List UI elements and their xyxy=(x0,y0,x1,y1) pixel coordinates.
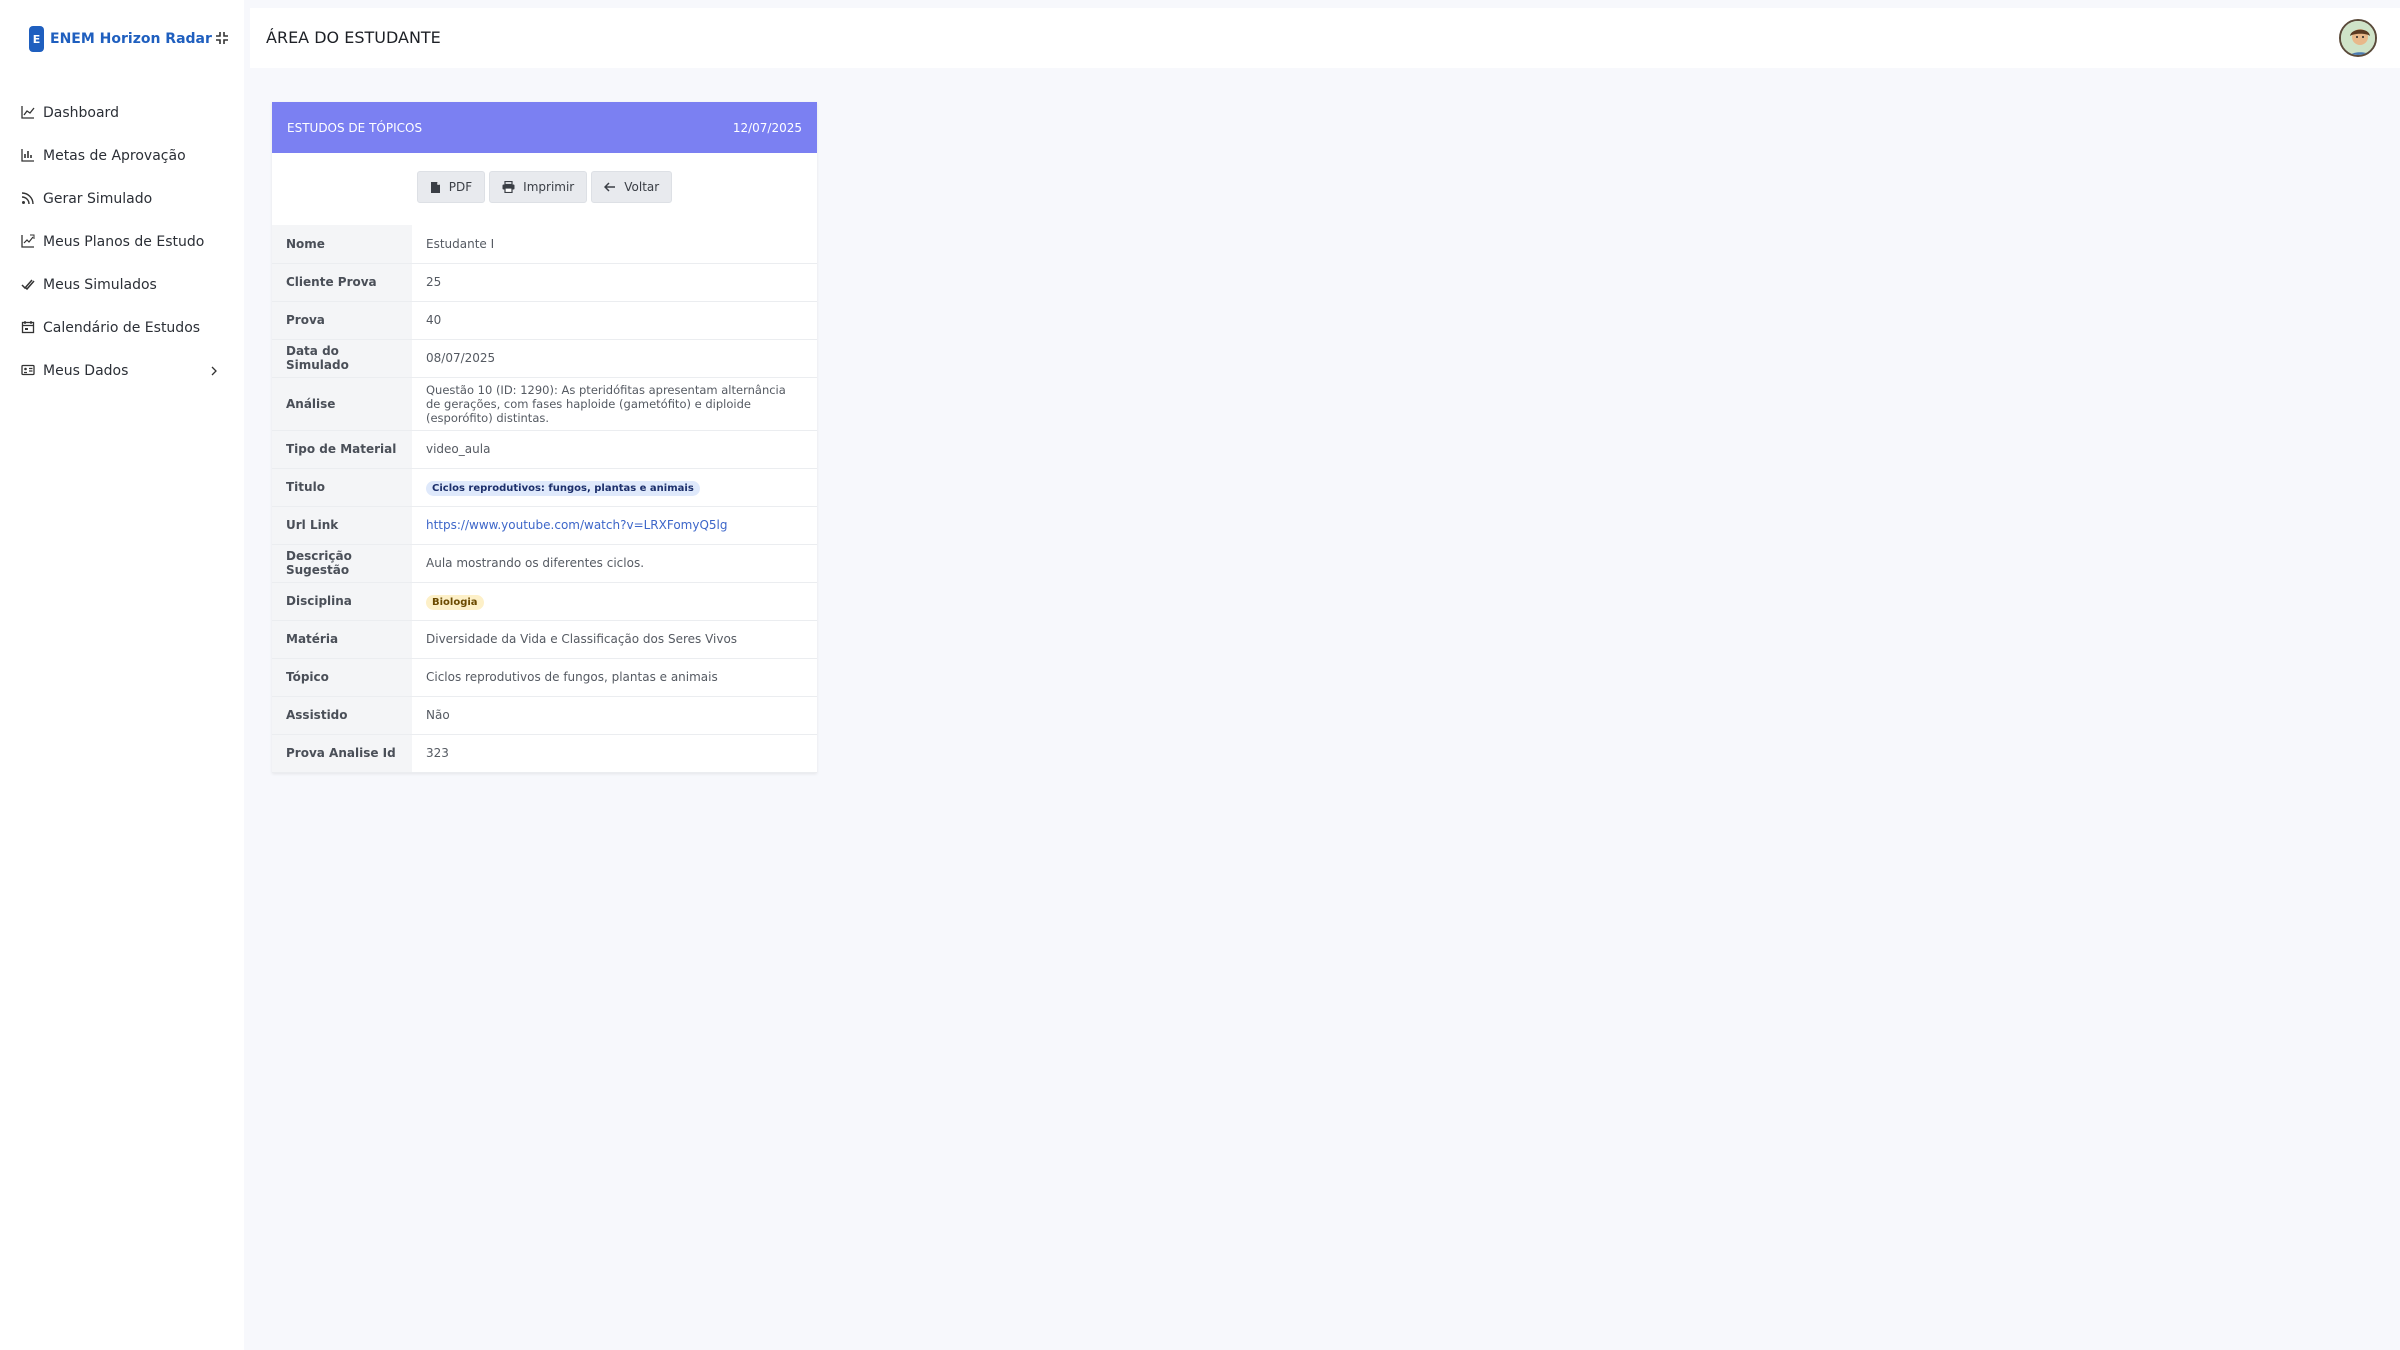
arrow-left-icon xyxy=(604,182,616,192)
row-value-disciplina: Biologia xyxy=(412,582,817,621)
row-label-assistido: Assistido xyxy=(272,696,412,735)
row-label-nome: Nome xyxy=(272,225,412,264)
sidebar-item-calendario[interactable]: Calendário de Estudos xyxy=(0,306,244,349)
table-row: Descrição Sugestão Aula mostrando os dif… xyxy=(272,544,817,583)
table-row: Tópico Ciclos reprodutivos de fungos, pl… xyxy=(272,658,817,697)
sidebar-item-label: Dashboard xyxy=(43,104,119,121)
pdf-button[interactable]: PDF xyxy=(416,171,486,203)
row-value-analise: Questão 10 (ID: 1290): As pteridófitas a… xyxy=(412,377,817,431)
brand[interactable]: E ENEM Horizon Radar xyxy=(29,26,212,52)
id-card-icon xyxy=(21,363,36,378)
topic-study-card: ESTUDOS DE TÓPICOS 12/07/2025 PDF Imprim… xyxy=(272,102,817,773)
bar-chart-icon xyxy=(21,148,36,163)
row-label-topico: Tópico xyxy=(272,658,412,697)
sidebar-item-dashboard[interactable]: Dashboard xyxy=(0,91,244,134)
row-value-url-link: https://www.youtube.com/watch?v=LRXFomyQ… xyxy=(412,506,817,545)
print-button-label: Imprimir xyxy=(523,180,575,194)
sidebar-item-label: Meus Simulados xyxy=(43,276,157,293)
title-badge: Ciclos reprodutivos: fungos, plantas e a… xyxy=(426,481,700,496)
topbar: ÁREA DO ESTUDANTE xyxy=(250,8,2400,68)
row-value-titulo: Ciclos reprodutivos: fungos, plantas e a… xyxy=(412,468,817,507)
card-date: 12/07/2025 xyxy=(732,120,802,135)
rss-icon xyxy=(21,191,36,206)
table-row: Titulo Ciclos reprodutivos: fungos, plan… xyxy=(272,468,817,507)
row-label-prova-analise-id: Prova Analise Id xyxy=(272,734,412,773)
sidebar-item-gerar-simulado[interactable]: Gerar Simulado xyxy=(0,177,244,220)
row-value-descricao: Aula mostrando os diferentes ciclos. xyxy=(412,544,817,583)
back-button-label: Voltar xyxy=(624,180,660,194)
row-label-disciplina: Disciplina xyxy=(272,582,412,621)
sidebar-item-label: Meus Planos de Estudo xyxy=(43,233,205,250)
brand-logo: E xyxy=(29,26,44,52)
row-label-descricao: Descrição Sugestão xyxy=(272,544,412,583)
row-label-data-simulado: Data do Simulado xyxy=(272,339,412,378)
chevron-right-icon xyxy=(210,364,218,380)
sidebar-item-metas[interactable]: Metas de Aprovação xyxy=(0,134,244,177)
check-double-icon xyxy=(21,277,36,292)
card-title: ESTUDOS DE TÓPICOS xyxy=(287,120,423,135)
sidebar-item-meus-dados[interactable]: Meus Dados xyxy=(0,349,244,392)
chart-line-icon xyxy=(21,105,36,120)
table-row: Disciplina Biologia xyxy=(272,582,817,621)
brand-name: ENEM Horizon Radar xyxy=(50,31,212,47)
collapse-sidebar-icon[interactable] xyxy=(212,28,232,48)
row-label-url-link: Url Link xyxy=(272,506,412,545)
row-label-prova: Prova xyxy=(272,301,412,340)
back-button[interactable]: Voltar xyxy=(591,171,673,203)
row-label-materia: Matéria xyxy=(272,620,412,659)
table-row: Nome Estudante I xyxy=(272,225,817,264)
avatar[interactable] xyxy=(2339,19,2377,57)
sidebar-item-label: Meus Dados xyxy=(43,362,129,379)
table-row: Cliente Prova 25 xyxy=(272,263,817,302)
details-table: Nome Estudante I Cliente Prova 25 Prova … xyxy=(272,225,817,773)
row-value-topico: Ciclos reprodutivos de fungos, plantas e… xyxy=(412,658,817,697)
table-row: Data do Simulado 08/07/2025 xyxy=(272,339,817,378)
sidebar: E ENEM Horizon Radar Dashboard Metas de … xyxy=(0,0,244,1350)
row-label-cliente-prova: Cliente Prova xyxy=(272,263,412,302)
sidebar-item-label: Metas de Aprovação xyxy=(43,147,186,164)
page-title: ÁREA DO ESTUDANTE xyxy=(266,28,441,47)
action-bar: PDF Imprimir Voltar xyxy=(272,153,817,225)
row-label-titulo: Titulo xyxy=(272,468,412,507)
sidebar-item-meus-simulados[interactable]: Meus Simulados xyxy=(0,263,244,306)
row-value-assistido: Não xyxy=(412,696,817,735)
sidebar-nav: Dashboard Metas de Aprovação Gerar Simul… xyxy=(0,91,244,392)
table-row: Tipo de Material video_aula xyxy=(272,430,817,469)
sidebar-item-label: Gerar Simulado xyxy=(43,190,153,207)
row-label-analise: Análise xyxy=(272,377,412,431)
pdf-button-label: PDF xyxy=(448,180,473,194)
row-value-tipo-material: video_aula xyxy=(412,430,817,469)
row-label-tipo-material: Tipo de Material xyxy=(272,430,412,469)
discipline-badge: Biologia xyxy=(426,595,484,610)
row-value-data-simulado: 08/07/2025 xyxy=(412,339,817,378)
sidebar-item-planos-estudo[interactable]: Meus Planos de Estudo xyxy=(0,220,244,263)
video-url-link[interactable]: https://www.youtube.com/watch?v=LRXFomyQ… xyxy=(426,518,728,532)
table-row: Prova Analise Id 323 xyxy=(272,734,817,773)
table-row: Análise Questão 10 (ID: 1290): As pterid… xyxy=(272,377,817,431)
file-pdf-icon xyxy=(430,181,441,194)
calendar-icon xyxy=(21,320,36,335)
table-row: Assistido Não xyxy=(272,696,817,735)
table-row: Prova 40 xyxy=(272,301,817,340)
chart-grid-icon xyxy=(21,234,36,249)
table-row: Url Link https://www.youtube.com/watch?v… xyxy=(272,506,817,545)
print-button[interactable]: Imprimir xyxy=(489,171,588,203)
row-value-cliente-prova: 25 xyxy=(412,263,817,302)
row-value-nome: Estudante I xyxy=(412,225,817,264)
card-header: ESTUDOS DE TÓPICOS 12/07/2025 xyxy=(272,102,817,153)
table-row: Matéria Diversidade da Vida e Classifica… xyxy=(272,620,817,659)
row-value-prova: 40 xyxy=(412,301,817,340)
row-value-prova-analise-id: 323 xyxy=(412,734,817,773)
sidebar-item-label: Calendário de Estudos xyxy=(43,319,201,336)
printer-icon xyxy=(502,181,515,193)
row-value-materia: Diversidade da Vida e Classificação dos … xyxy=(412,620,817,659)
